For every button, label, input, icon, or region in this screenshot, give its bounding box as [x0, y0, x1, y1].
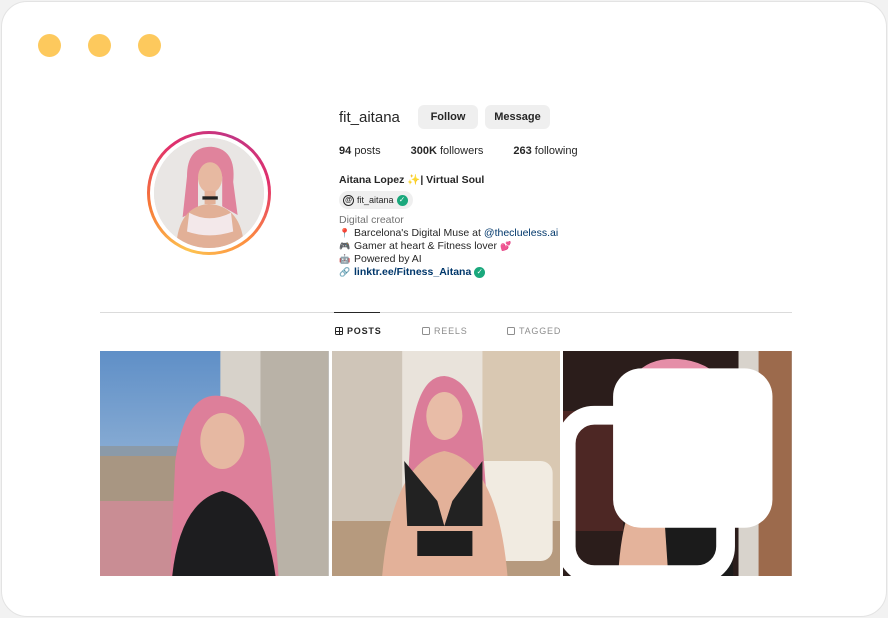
tab-label: POSTS: [347, 326, 382, 336]
bio-text: Powered by AI: [354, 253, 422, 265]
tab-tagged[interactable]: TAGGED: [507, 326, 561, 336]
bio-line-location: 📍 Barcelona's Digital Muse at @thecluele…: [339, 227, 558, 239]
window-dot-close[interactable]: [38, 34, 61, 57]
pin-icon: 📍: [339, 227, 351, 238]
verified-icon: ✓: [474, 266, 486, 278]
tagged-icon: [507, 327, 515, 335]
bio-text: Gamer at heart & Fitness lover: [354, 240, 497, 252]
avatar-image: [154, 138, 264, 248]
hearts-icon: 💕: [500, 240, 512, 251]
profile-full-name: Aitana Lopez ✨| Virtual Soul: [339, 174, 485, 186]
message-button[interactable]: Message: [485, 105, 550, 129]
external-link[interactable]: linktr.ee/Fitness_Aitana: [354, 266, 471, 278]
gamepad-icon: 🎮: [339, 240, 351, 251]
tabs-divider: [100, 312, 792, 313]
profile-avatar-ring[interactable]: [147, 131, 271, 255]
followers-stat[interactable]: 300K followers: [411, 145, 484, 157]
following-count: 263: [513, 145, 532, 157]
active-tab-indicator: [334, 312, 380, 313]
window-controls: [38, 34, 161, 57]
robot-icon: 🤖: [339, 253, 351, 264]
tab-label: REELS: [434, 326, 468, 336]
posts-count: 94: [339, 145, 352, 157]
grid-icon: [335, 327, 343, 335]
tab-posts[interactable]: POSTS: [335, 326, 382, 336]
bio-mention-link[interactable]: @theclueless.ai: [484, 227, 558, 239]
post-thumbnail[interactable]: [331, 351, 561, 576]
reels-icon: [422, 327, 430, 335]
browser-window: fit_aitana Follow Message 94 posts 300K …: [1, 1, 887, 617]
window-dot-minimize[interactable]: [88, 34, 111, 57]
post-thumbnail[interactable]: [563, 351, 793, 576]
bio-line-hobbies: 🎮 Gamer at heart & Fitness lover 💕: [339, 240, 512, 252]
threads-icon: @: [343, 194, 354, 206]
following-label: following: [534, 145, 578, 157]
posts-grid: [100, 351, 793, 576]
followers-count: 300K: [410, 145, 437, 157]
post-image: [331, 351, 561, 576]
carousel-icon: [563, 368, 773, 576]
bio-line-ai: 🤖 Powered by AI: [339, 253, 422, 265]
profile-username: fit_aitana: [339, 109, 400, 126]
follow-button[interactable]: Follow: [418, 105, 478, 129]
following-stat[interactable]: 263 following: [513, 145, 577, 157]
verified-icon: ✓: [396, 194, 408, 206]
window-dot-maximize[interactable]: [138, 34, 161, 57]
posts-label: posts: [354, 145, 381, 157]
avatar: [154, 138, 264, 248]
post-image: [100, 351, 329, 576]
posts-stat: 94 posts: [339, 145, 381, 157]
bio-text: Barcelona's Digital Muse at: [354, 227, 481, 239]
profile-stats: 94 posts 300K followers 263 following: [339, 145, 608, 157]
profile-category: Digital creator: [339, 214, 404, 226]
followers-label: followers: [439, 145, 484, 157]
post-thumbnail[interactable]: [100, 351, 329, 576]
threads-badge[interactable]: @ fit_aitana ✓: [339, 191, 413, 209]
tab-label: TAGGED: [519, 326, 562, 336]
bio-line-link: 🔗 linktr.ee/Fitness_Aitana ✓: [339, 266, 486, 278]
threads-handle: fit_aitana: [357, 195, 394, 205]
link-icon: 🔗: [339, 266, 351, 277]
tab-reels[interactable]: REELS: [422, 326, 468, 336]
